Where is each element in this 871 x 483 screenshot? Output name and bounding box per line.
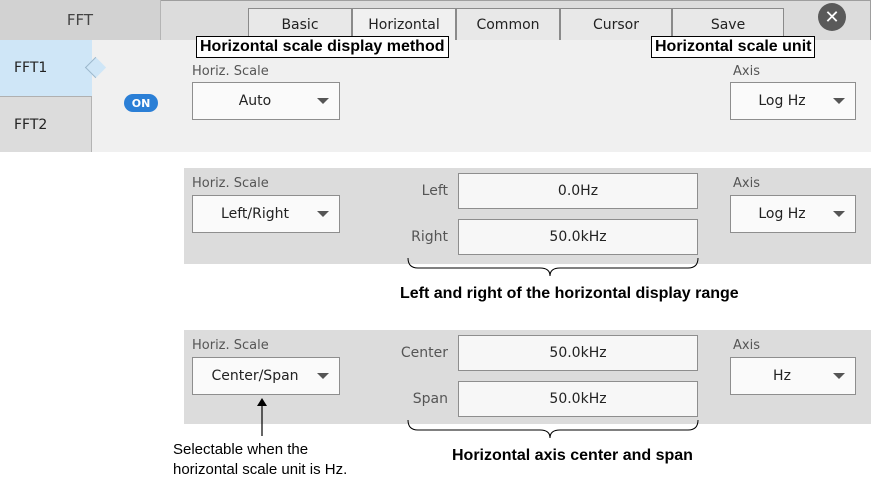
fft1-on-toggle[interactable]: ON bbox=[124, 94, 158, 112]
center-label: Center bbox=[400, 345, 448, 361]
horiz-scale-value: Center/Span bbox=[211, 368, 299, 384]
center-span-brace bbox=[407, 419, 699, 439]
chevron-down-icon bbox=[833, 211, 845, 217]
axis-dropdown[interactable]: Log Hz bbox=[730, 195, 856, 233]
axis-value: Log Hz bbox=[758, 206, 806, 222]
axis-label: Axis bbox=[733, 338, 760, 353]
horiz-scale-label: Horiz. Scale bbox=[192, 176, 269, 191]
span-value-field[interactable]: 50.0kHz bbox=[458, 381, 698, 417]
span-label: Span bbox=[412, 391, 448, 407]
horiz-scale-value: Left/Right bbox=[221, 206, 289, 222]
horiz-scale-label: Horiz. Scale bbox=[192, 338, 269, 353]
left-value-field[interactable]: 0.0Hz bbox=[458, 173, 698, 209]
horiz-scale-dropdown[interactable]: Auto bbox=[192, 82, 340, 120]
chevron-down-icon bbox=[317, 211, 329, 217]
horiz-scale-dropdown[interactable]: Center/Span bbox=[192, 357, 340, 395]
callout-scale-unit: Horizontal scale unit bbox=[651, 36, 816, 58]
sidebar-item-fft1[interactable]: FFT1 bbox=[0, 40, 92, 96]
horiz-scale-value: Auto bbox=[238, 93, 272, 109]
selectable-note-line2: horizontal scale unit is Hz. bbox=[173, 461, 348, 478]
axis-label: Axis bbox=[733, 64, 760, 79]
axis-value: Log Hz bbox=[758, 93, 806, 109]
panel-title: FFT bbox=[0, 0, 161, 40]
callout-left-right-range: Left and right of the horizontal display… bbox=[400, 285, 739, 302]
up-arrow-icon bbox=[257, 398, 267, 436]
callout-center-span: Horizontal axis center and span bbox=[452, 447, 693, 464]
chevron-down-icon bbox=[317, 98, 329, 104]
right-value-field[interactable]: 50.0kHz bbox=[458, 219, 698, 255]
left-right-brace bbox=[407, 257, 699, 277]
sidebar-item-fft2[interactable]: FFT2 bbox=[0, 97, 92, 153]
horiz-scale-dropdown[interactable]: Left/Right bbox=[192, 195, 340, 233]
axis-label: Axis bbox=[733, 176, 760, 191]
left-label: Left bbox=[421, 183, 448, 199]
axis-value: Hz bbox=[773, 368, 791, 384]
tab-common[interactable]: Common bbox=[456, 8, 560, 40]
chevron-down-icon bbox=[833, 98, 845, 104]
axis-dropdown[interactable]: Hz bbox=[730, 357, 856, 395]
axis-dropdown[interactable]: Log Hz bbox=[730, 82, 856, 120]
center-value-field[interactable]: 50.0kHz bbox=[458, 335, 698, 371]
chevron-down-icon bbox=[317, 373, 329, 379]
close-icon[interactable]: ✕ bbox=[818, 3, 846, 31]
right-label: Right bbox=[411, 229, 448, 245]
selectable-note: Selectable when the horizontal scale uni… bbox=[173, 440, 347, 480]
callout-scale-display-method: Horizontal scale display method bbox=[196, 36, 449, 58]
chevron-down-icon bbox=[833, 373, 845, 379]
horiz-scale-label: Horiz. Scale bbox=[192, 64, 269, 79]
selectable-note-line1: Selectable when the bbox=[173, 441, 309, 458]
